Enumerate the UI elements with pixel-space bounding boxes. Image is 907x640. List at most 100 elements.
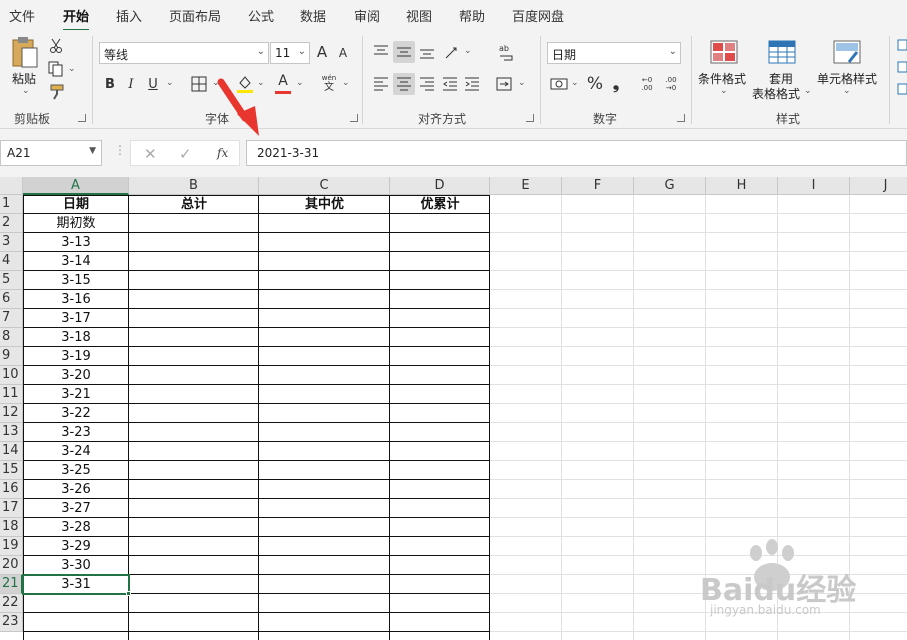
row-header-12[interactable]: 12: [0, 404, 23, 423]
header-cell[interactable]: 其中优: [259, 195, 390, 214]
date-cell[interactable]: 3-29: [23, 537, 129, 556]
row-header-11[interactable]: 11: [0, 385, 23, 404]
date-cell[interactable]: 3-18: [23, 328, 129, 347]
enter-icon[interactable]: ✓: [179, 145, 192, 163]
date-cell[interactable]: 3-22: [23, 404, 129, 423]
alignment-launcher-icon[interactable]: [526, 114, 534, 122]
decrease-indent-icon[interactable]: [441, 74, 459, 94]
row-header-10[interactable]: 10: [0, 366, 23, 385]
row-header-19[interactable]: 19: [0, 537, 23, 556]
underline-dropdown-icon[interactable]: ⌄: [166, 78, 174, 88]
row-header-8[interactable]: 8: [0, 328, 23, 347]
conditional-format-label[interactable]: 条件格式: [698, 70, 746, 87]
column-header-g[interactable]: G: [634, 177, 706, 195]
column-header-j[interactable]: J: [850, 177, 907, 195]
date-cell[interactable]: 3-26: [23, 480, 129, 499]
align-right-icon[interactable]: [418, 74, 436, 94]
cancel-icon[interactable]: ✕: [144, 145, 157, 163]
more-icon[interactable]: ⋮: [114, 143, 126, 157]
cells-group-icon[interactable]: [897, 38, 907, 98]
tab-help[interactable]: 帮助: [459, 6, 485, 25]
column-header-e[interactable]: E: [490, 177, 562, 195]
date-cell[interactable]: 3-27: [23, 499, 129, 518]
date-cell[interactable]: 3-28: [23, 518, 129, 537]
font-name-select[interactable]: 等线 ⌄: [99, 42, 269, 64]
align-center-icon[interactable]: [393, 73, 415, 95]
tab-data[interactable]: 数据: [300, 6, 326, 25]
cut-icon[interactable]: [48, 38, 64, 54]
align-top-icon[interactable]: [372, 42, 390, 62]
borders-icon[interactable]: [190, 75, 208, 93]
column-header-h[interactable]: H: [706, 177, 778, 195]
font-color-dropdown-icon[interactable]: ⌄: [296, 78, 304, 88]
row-header-13[interactable]: 13: [0, 423, 23, 442]
paste-label[interactable]: 粘贴: [12, 70, 36, 87]
header-cell[interactable]: 总计: [129, 195, 259, 214]
tab-page-layout[interactable]: 页面布局: [169, 6, 221, 25]
date-cell[interactable]: 3-24: [23, 442, 129, 461]
percent-button[interactable]: %: [586, 74, 604, 94]
conditional-format-icon[interactable]: [709, 39, 739, 65]
row-header-5[interactable]: 5: [0, 271, 23, 290]
tab-review[interactable]: 审阅: [354, 6, 380, 25]
number-launcher-icon[interactable]: [677, 114, 685, 122]
grow-font-icon[interactable]: A: [314, 42, 330, 62]
column-header-b[interactable]: B: [129, 177, 259, 195]
cell-styles-icon[interactable]: [832, 39, 862, 65]
format-painter-icon[interactable]: [48, 83, 66, 101]
row-header-17[interactable]: 17: [0, 499, 23, 518]
conditional-format-dropdown-icon[interactable]: ⌄: [720, 86, 728, 96]
align-left-icon[interactable]: [372, 74, 390, 94]
date-cell[interactable]: 3-16: [23, 290, 129, 309]
row-header-9[interactable]: 9: [0, 347, 23, 366]
row-header-1[interactable]: 1: [0, 195, 23, 214]
header-cell[interactable]: 日期: [23, 195, 129, 214]
number-format-select[interactable]: 日期 ⌄: [547, 42, 681, 64]
row-header-14[interactable]: 14: [0, 442, 23, 461]
cell-styles-dropdown-icon[interactable]: ⌄: [843, 86, 851, 96]
column-header-f[interactable]: F: [562, 177, 634, 195]
tab-home[interactable]: 开始: [63, 6, 90, 31]
row-header-16[interactable]: 16: [0, 480, 23, 499]
date-cell[interactable]: 3-20: [23, 366, 129, 385]
row-header-7[interactable]: 7: [0, 309, 23, 328]
insert-function-icon[interactable]: fx: [217, 146, 228, 160]
row-header-15[interactable]: 15: [0, 461, 23, 480]
paste-icon[interactable]: [10, 36, 40, 70]
tab-baidu-netdisk[interactable]: 百度网盘: [512, 6, 564, 25]
bold-button[interactable]: B: [102, 74, 118, 94]
row-header-20[interactable]: 20: [0, 556, 23, 575]
date-cell[interactable]: 3-19: [23, 347, 129, 366]
column-header-a[interactable]: A: [23, 177, 129, 195]
accounting-format-icon[interactable]: [549, 75, 569, 93]
row-header-6[interactable]: 6: [0, 290, 23, 309]
date-cell[interactable]: 3-15: [23, 271, 129, 290]
tab-file[interactable]: 文件: [9, 6, 35, 25]
tab-insert[interactable]: 插入: [116, 6, 142, 25]
orientation-dropdown-icon[interactable]: ⌄: [464, 46, 472, 56]
font-launcher-icon[interactable]: [350, 114, 358, 122]
date-cell[interactable]: 3-17: [23, 309, 129, 328]
tab-view[interactable]: 视图: [406, 6, 432, 25]
format-as-table-label-2[interactable]: 表格格式: [752, 85, 800, 102]
merge-dropdown-icon[interactable]: ⌄: [518, 78, 526, 88]
decrease-decimal-button[interactable]: .00 →0: [660, 75, 682, 93]
copy-icon[interactable]: [48, 61, 64, 77]
row-header-21[interactable]: 21: [0, 575, 23, 594]
column-header-c[interactable]: C: [259, 177, 390, 195]
phonetic-icon[interactable]: wén 文: [320, 73, 338, 95]
date-cell[interactable]: 3-13: [23, 233, 129, 252]
row-header-3[interactable]: 3: [0, 233, 23, 252]
header-cell[interactable]: 优累计: [390, 195, 490, 214]
date-cell[interactable]: 3-21: [23, 385, 129, 404]
copy-dropdown-icon[interactable]: ⌄: [68, 64, 76, 74]
row-header-4[interactable]: 4: [0, 252, 23, 271]
increase-indent-icon[interactable]: [463, 74, 481, 94]
phonetic-dropdown-icon[interactable]: ⌄: [342, 78, 350, 88]
date-cell[interactable]: 3-25: [23, 461, 129, 480]
font-size-select[interactable]: 11 ⌄: [270, 42, 310, 64]
increase-decimal-button[interactable]: ←0 .00: [636, 75, 658, 93]
wrap-text-icon[interactable]: ab: [497, 41, 517, 63]
select-all-corner[interactable]: [0, 177, 23, 195]
column-header-i[interactable]: I: [778, 177, 850, 195]
